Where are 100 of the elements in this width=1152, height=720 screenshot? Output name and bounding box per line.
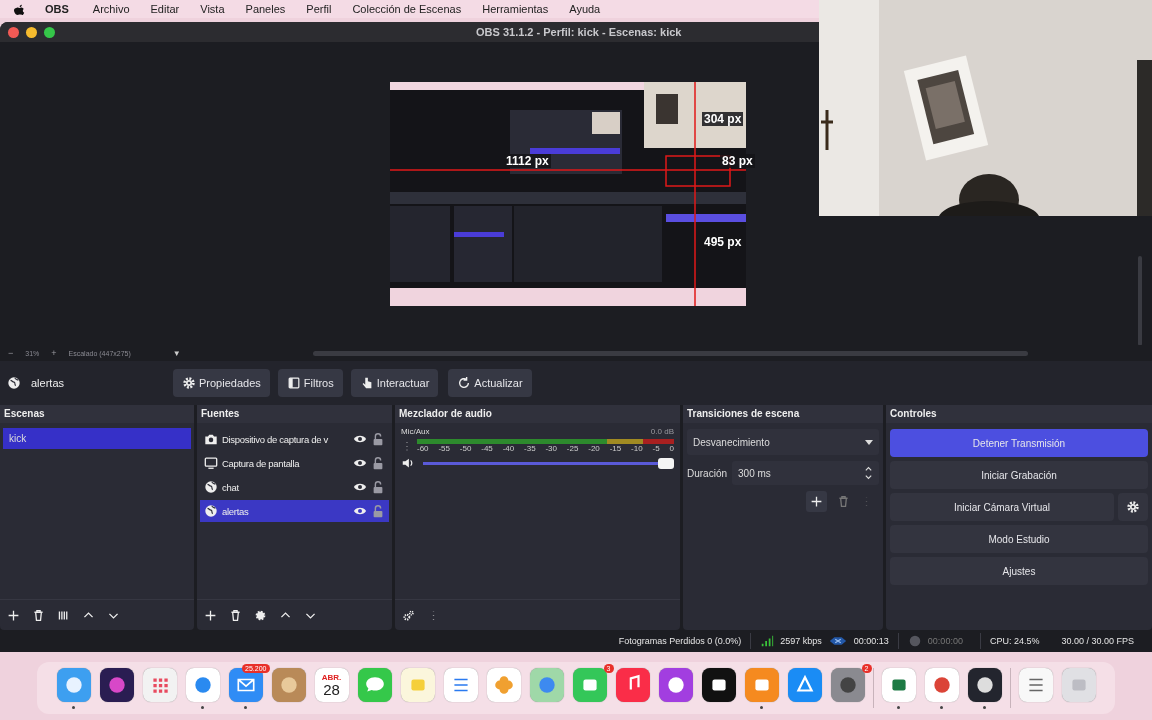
apple-logo-icon[interactable] xyxy=(14,2,25,16)
panel-title: Controles xyxy=(886,405,1152,423)
broadcast-icon xyxy=(827,634,848,648)
zoom-in-button[interactable]: + xyxy=(49,348,59,358)
source-name: Dispositivo de captura de v xyxy=(222,433,329,445)
source-name: Captura de pantalla xyxy=(222,457,301,469)
add-icon[interactable] xyxy=(204,608,217,622)
source-item[interactable]: Dispositivo de captura de v xyxy=(200,428,389,450)
gear-icon[interactable] xyxy=(254,608,267,622)
globe-icon xyxy=(7,376,21,390)
minimize-button[interactable] xyxy=(26,26,37,38)
speaker-icon[interactable] xyxy=(401,456,415,470)
meter-scale-label: -50 xyxy=(459,444,472,453)
menu-item[interactable]: Perfil xyxy=(306,3,332,15)
scrollbar[interactable] xyxy=(1138,256,1142,346)
monitor-icon xyxy=(204,456,218,470)
guide-label: 1112 px xyxy=(504,154,551,168)
panel-title: Escenas xyxy=(0,405,194,423)
frame-rate: 30.00 / 30.00 FPS xyxy=(1061,636,1134,646)
meter-scale-label: -40 xyxy=(502,444,515,453)
gears-icon[interactable] xyxy=(402,608,415,622)
close-button[interactable] xyxy=(8,26,19,38)
menu-item[interactable]: Herramientas xyxy=(482,3,549,15)
gear-icon xyxy=(1126,500,1140,514)
meter-scale-label: -60 xyxy=(417,444,429,453)
menu-item[interactable]: Vista xyxy=(200,3,225,15)
calendar-month: ABR. xyxy=(321,672,342,682)
unlock-icon[interactable] xyxy=(371,456,385,470)
toolbar-button[interactable]: Propiedades xyxy=(173,369,270,397)
meter-scale-label: -55 xyxy=(438,444,450,453)
app-icon[interactable] xyxy=(99,668,134,702)
app-icon[interactable] xyxy=(701,668,736,702)
menu-item[interactable]: Colección de Escenas xyxy=(352,3,462,15)
guide-label: 83 px xyxy=(720,154,755,168)
meter-scale-label: -45 xyxy=(481,444,493,453)
zoom-button[interactable] xyxy=(44,26,55,38)
duration-label: Duración xyxy=(687,467,728,479)
add-icon[interactable] xyxy=(7,608,20,622)
source-name: chat xyxy=(222,481,240,493)
duration-field[interactable]: 300 ms xyxy=(732,461,879,485)
source-name: alertas xyxy=(31,377,66,389)
meter-scale-label: 0 xyxy=(669,444,674,453)
record-time: 00:00:00 xyxy=(927,636,963,646)
volume-reading: 0.0 dB xyxy=(650,427,674,436)
menu-item[interactable]: Ayuda xyxy=(569,3,601,15)
meter-scale-label: -25 xyxy=(566,444,579,453)
source-item[interactable]: chat xyxy=(200,476,389,498)
app-icon[interactable] xyxy=(830,668,865,702)
settings-button[interactable] xyxy=(1118,493,1148,521)
control-button[interactable]: Iniciar Cámara Virtual xyxy=(890,493,1114,521)
menu-item[interactable]: OBS xyxy=(45,3,69,15)
panel-title: Fuentes xyxy=(197,405,392,423)
scrollbar[interactable] xyxy=(312,350,1028,356)
bitrate: 2597 kbps xyxy=(780,636,822,646)
control-button[interactable]: Ajustes xyxy=(890,557,1148,585)
source-item[interactable]: alertas xyxy=(200,500,389,522)
transition-dropdown[interactable]: Desvanecimiento xyxy=(687,429,879,455)
source-item[interactable]: Captura de pantalla xyxy=(200,452,389,474)
add-icon[interactable] xyxy=(806,491,827,512)
meter-scale-label: -15 xyxy=(609,444,622,453)
menu-item[interactable]: Editar xyxy=(150,3,180,15)
spinner-arrows-icon[interactable] xyxy=(864,465,873,481)
panel-title: Transiciones de escena xyxy=(683,405,883,423)
globe-icon xyxy=(204,480,218,494)
toolbar-button[interactable]: Actualizar xyxy=(448,369,532,397)
window-title: OBS 31.1.2 - Perfil: kick - Escenas: kick xyxy=(476,26,682,38)
control-button[interactable]: Iniciar Grabación xyxy=(890,461,1148,489)
gear-icon xyxy=(182,376,196,390)
meter-scale-label: -10 xyxy=(631,444,643,453)
panel-title: Mezclador de audio xyxy=(395,405,680,423)
unlock-icon[interactable] xyxy=(371,480,385,494)
dropped-frames: Fotogramas Perdidos 0 (0.0%) xyxy=(618,636,742,646)
globe-icon xyxy=(204,504,218,518)
menu-item[interactable]: Archivo xyxy=(92,3,130,15)
toolbar-button[interactable]: Filtros xyxy=(277,369,343,397)
control-button[interactable]: Detener Transmisión xyxy=(890,429,1148,457)
stream-time: 00:00:13 xyxy=(853,636,889,646)
filter-icon[interactable] xyxy=(57,608,70,622)
guide-label: 495 px xyxy=(702,235,744,249)
toolbar-button[interactable]: Interactuar xyxy=(350,369,439,397)
volume-handle[interactable] xyxy=(658,457,674,469)
meter-scale-label: -5 xyxy=(652,444,660,453)
meter-scale-label: -20 xyxy=(588,444,600,453)
unlock-icon[interactable] xyxy=(371,504,385,518)
app-icon[interactable]: ABR. 28 xyxy=(314,668,349,702)
control-button[interactable]: Modo Estudio xyxy=(890,525,1148,553)
guide-label: 304 px xyxy=(702,112,744,126)
signal-bars-icon xyxy=(760,634,775,648)
calendar-day: 28 xyxy=(323,681,340,698)
zoom-out-button[interactable]: − xyxy=(6,348,16,358)
scene-item[interactable]: kick xyxy=(3,428,191,449)
filter-icon xyxy=(286,376,301,390)
scale-dropdown[interactable]: ▼ xyxy=(170,348,183,358)
menu-item[interactable]: Paneles xyxy=(245,3,286,15)
refresh-icon xyxy=(457,376,472,390)
channel-name: Mic/Aux xyxy=(401,427,430,436)
unlock-icon[interactable] xyxy=(371,432,385,446)
app-icon[interactable] xyxy=(967,668,1002,702)
caret-icon xyxy=(865,439,873,445)
camera-icon xyxy=(204,432,218,446)
